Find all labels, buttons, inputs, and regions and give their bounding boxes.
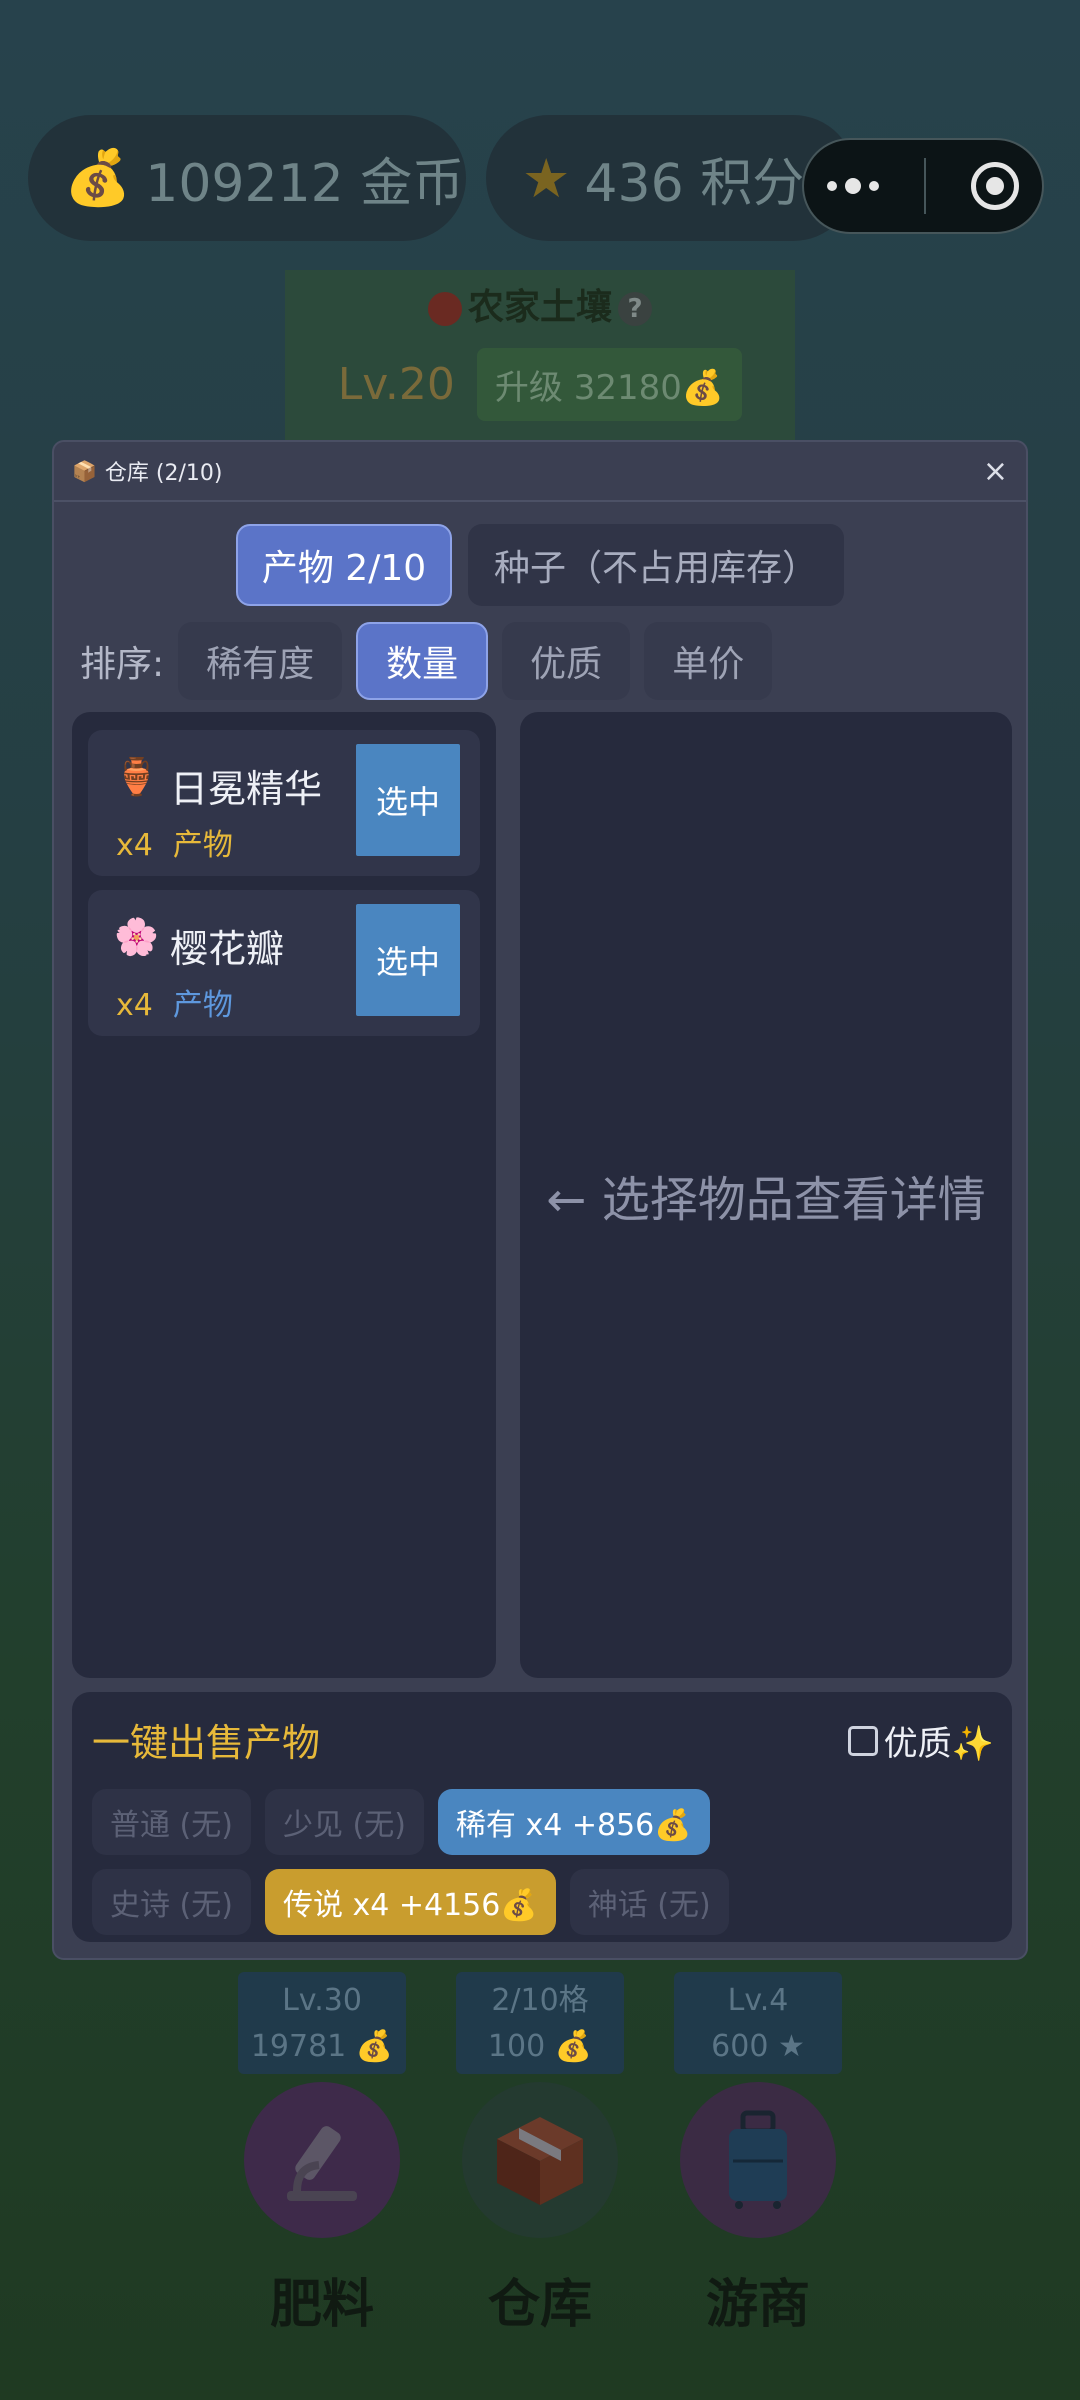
score-value: 436 积分	[584, 153, 805, 214]
tab-bar: 产物 2/10 种子（不占用库存）	[236, 524, 1026, 606]
warehouse-capacity: 2/10格	[491, 1983, 589, 2018]
sort-unit-price[interactable]: 单价	[644, 622, 773, 700]
trader-label: 游商	[705, 2275, 810, 2335]
soil-upgrade-button[interactable]: 升级 32180💰	[476, 348, 743, 421]
star-icon: ★	[522, 146, 571, 210]
warehouse-label: 仓库	[487, 2275, 592, 2335]
list-item[interactable]: 🌸 樱花瓣 x4 产物 选中	[88, 890, 480, 1036]
coins-value: 109212 金币	[145, 153, 465, 214]
fertilizer-level: Lv.30	[282, 1983, 362, 2018]
suitcase-icon	[729, 2110, 787, 2209]
modal-title: 仓库 (2/10)	[104, 461, 223, 486]
miniprogram-capsule[interactable]	[802, 138, 1044, 234]
warehouse-modal: 📦 仓库 (2/10) × 产物 2/10 种子（不占用库存） 排序: 稀有度 …	[52, 440, 1028, 1960]
premium-checkbox[interactable]	[847, 1725, 878, 1756]
sell-epic-chip[interactable]: 史诗 (无)	[92, 1869, 251, 1935]
tab-products[interactable]: 产物 2/10	[236, 524, 452, 606]
trader-cost: 600 ★	[711, 2029, 805, 2064]
sort-quantity[interactable]: 数量	[356, 622, 489, 700]
warehouse-button[interactable]	[462, 2082, 618, 2238]
premium-label: 优质✨	[883, 1724, 994, 1764]
fertilizer-cost: 19781 💰	[250, 2029, 394, 2064]
score-display: ★ 436 积分	[486, 115, 856, 241]
money-bag-icon: 💰	[64, 146, 132, 209]
close-target-icon[interactable]	[971, 162, 1020, 210]
capsule-divider	[923, 158, 926, 214]
soil-title: 农家土壤	[467, 287, 612, 328]
fertilizer-tag: Lv.30 19781 💰	[238, 1972, 406, 2074]
detail-hint: ← 选择物品查看详情	[546, 1172, 986, 1228]
soil-level: Lv.20	[337, 359, 455, 410]
close-button[interactable]: ×	[983, 454, 1008, 489]
item-list: 🏺 日冕精华 x4 产物 选中 🌸 樱花瓣 x4 产物 选中	[72, 712, 496, 1678]
soil-card: 农家土壤? Lv.20 升级 32180💰 ● 自然生长: 0.5秒/次	[285, 270, 795, 471]
fertilizer-button[interactable]	[244, 2082, 400, 2238]
sort-quality[interactable]: 优质	[502, 622, 631, 700]
tab-seeds[interactable]: 种子（不占用库存）	[468, 524, 844, 606]
trader-tag: Lv.4 600 ★	[674, 1972, 842, 2074]
soil-icon	[427, 292, 462, 326]
sell-uncommon-chip[interactable]: 少见 (无)	[264, 1789, 424, 1855]
sort-rarity[interactable]: 稀有度	[178, 622, 343, 700]
sell-rare-chip[interactable]: 稀有 x4 +856💰	[437, 1789, 710, 1855]
sell-common-chip[interactable]: 普通 (无)	[92, 1789, 251, 1855]
item-detail-panel: ← 选择物品查看详情	[520, 712, 1012, 1678]
sell-mythic-chip[interactable]: 神话 (无)	[569, 1869, 729, 1935]
item-name: 日冕精华	[170, 767, 323, 811]
warehouse-tag: 2/10格 100 💰	[456, 1972, 624, 2074]
sort-label: 排序:	[80, 644, 165, 685]
select-button[interactable]: 选中	[356, 744, 460, 856]
jar-icon: 🏺	[114, 757, 159, 798]
sell-chip-group: 普通 (无) 少见 (无) 稀有 x4 +856💰 史诗 (无) 传说 x4 +…	[92, 1789, 832, 1935]
item-category: 产物	[172, 988, 233, 1023]
trader-button[interactable]	[680, 2082, 836, 2238]
box-icon	[497, 2117, 583, 2205]
warehouse-box-icon: 📦	[72, 459, 97, 483]
blossom-icon: 🌸	[114, 917, 159, 958]
warehouse-cost: 100 💰	[487, 2029, 593, 2064]
list-item[interactable]: 🏺 日冕精华 x4 产物 选中	[88, 730, 480, 876]
item-category: 产物	[172, 828, 233, 863]
sell-legendary-chip[interactable]: 传说 x4 +4156💰	[264, 1869, 556, 1935]
premium-toggle[interactable]: 优质✨	[847, 1716, 994, 1765]
item-quantity: x4	[116, 828, 153, 863]
quick-sell-panel: 一键出售产物 优质✨ 普通 (无) 少见 (无) 稀有 x4 +856💰 史诗 …	[72, 1692, 1012, 1942]
fertilizer-label: 肥料	[269, 2275, 374, 2335]
help-icon[interactable]: ?	[618, 292, 652, 326]
coins-display: 💰 109212 金币	[28, 115, 466, 241]
sort-row: 排序: 稀有度 数量 优质 单价	[80, 622, 1026, 700]
more-dots-icon[interactable]	[826, 178, 879, 194]
item-quantity: x4	[116, 988, 153, 1023]
microscope-icon	[287, 2126, 357, 2201]
item-name: 樱花瓣	[170, 927, 285, 971]
select-button[interactable]: 选中	[356, 904, 460, 1016]
trader-level: Lv.4	[727, 1983, 789, 2018]
modal-header: 📦 仓库 (2/10) ×	[54, 442, 1026, 502]
